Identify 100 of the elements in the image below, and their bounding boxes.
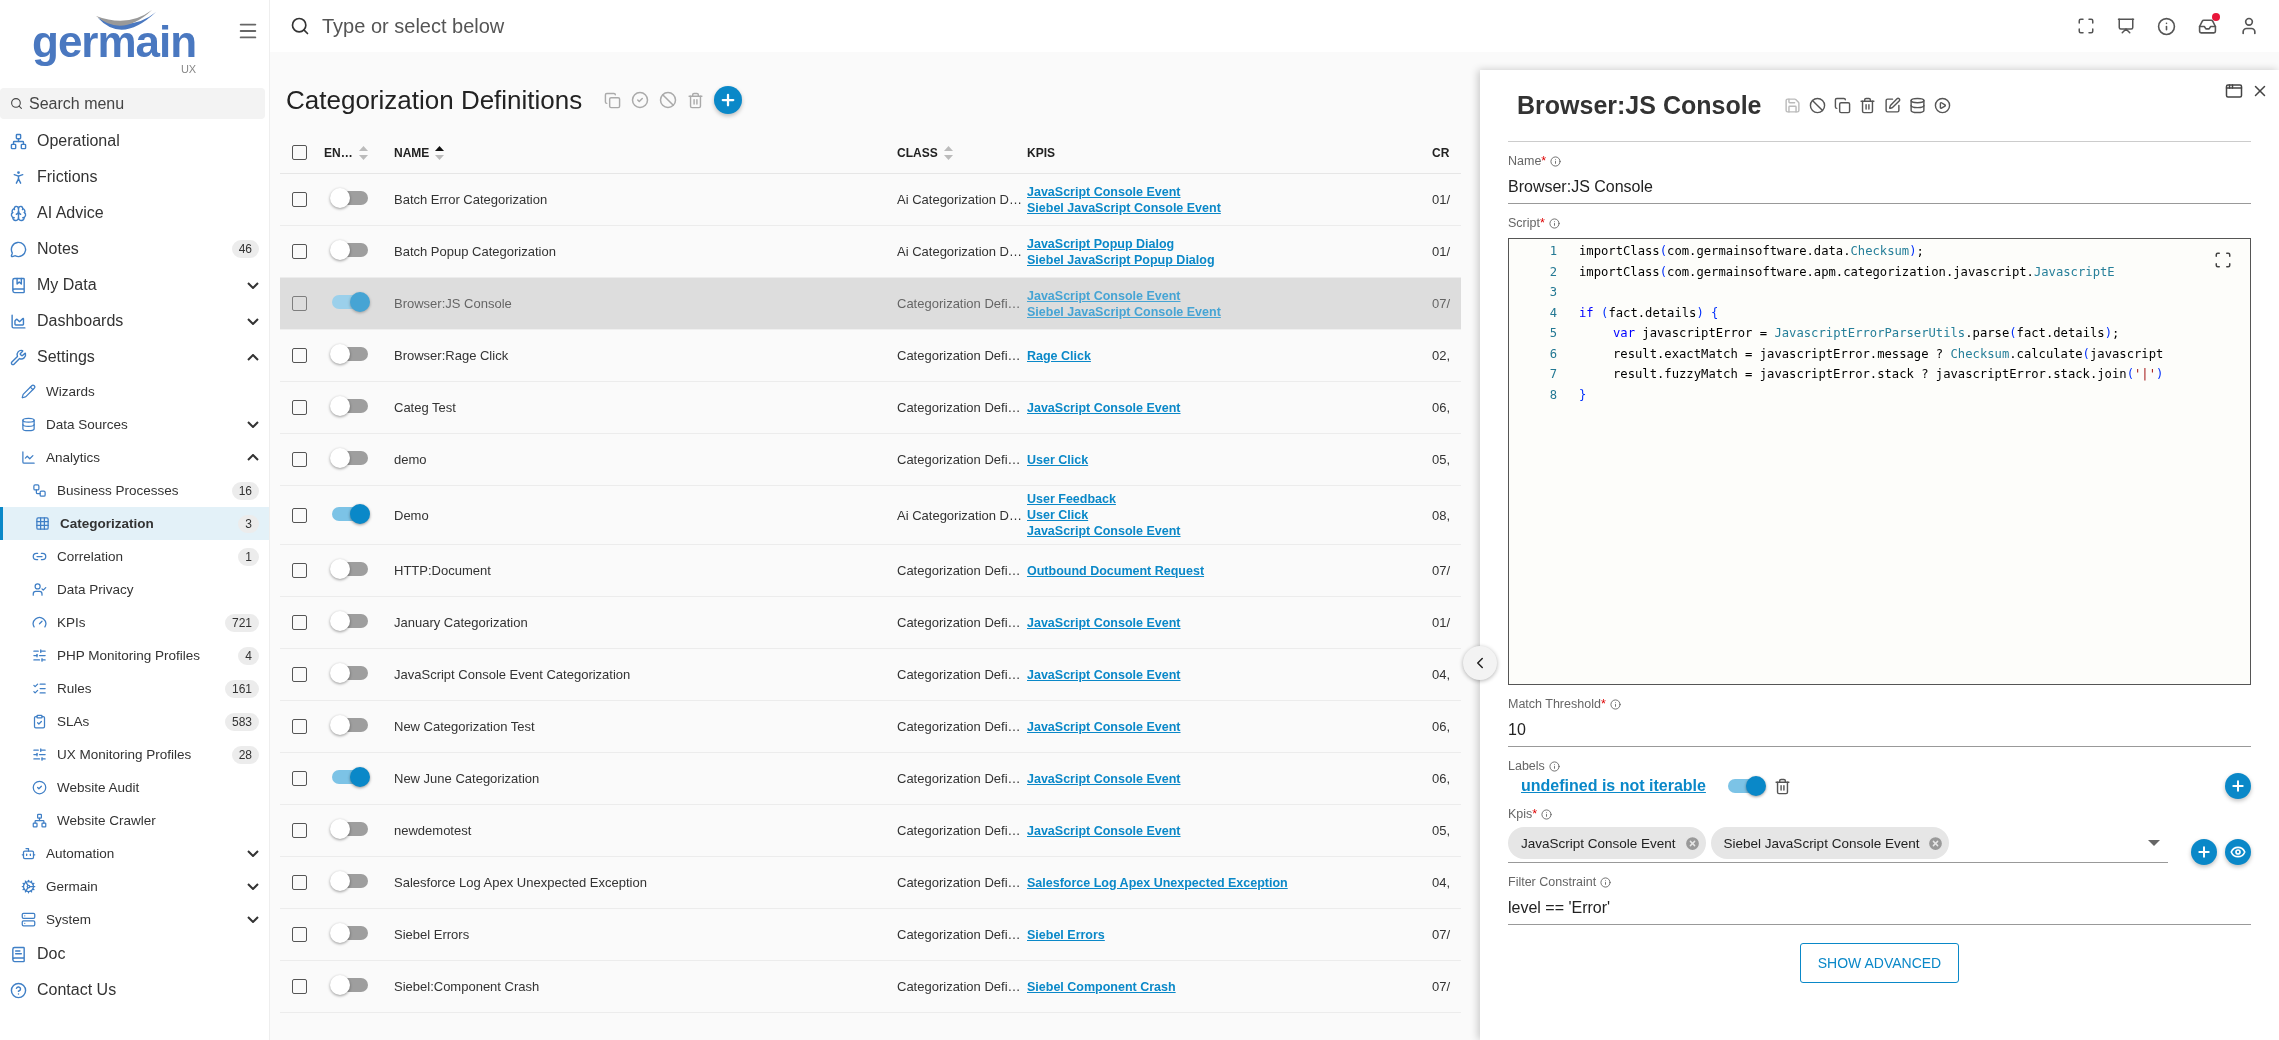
toggle-switch[interactable] — [332, 666, 368, 680]
select-field[interactable]: JavaScript Console Event Siebel JavaScript Console Event — [1508, 821, 2168, 863]
checkbox[interactable] — [292, 296, 307, 311]
database-icon[interactable] — [1908, 97, 1926, 114]
info-icon[interactable] — [1609, 698, 1621, 710]
menu-item[interactable]: AI Advice — [0, 195, 269, 231]
user-icon[interactable] — [2239, 16, 2259, 36]
remove-icon[interactable] — [1683, 834, 1701, 852]
menu-item[interactable]: Categorization 3 — [0, 507, 269, 540]
menu-item[interactable]: Doc — [0, 936, 269, 972]
column-header[interactable]: NAME — [394, 145, 430, 160]
inbox-icon[interactable] — [2198, 16, 2217, 36]
menu-item[interactable]: UX Monitoring Profiles 28 — [0, 738, 269, 771]
checkbox[interactable] — [292, 145, 307, 160]
menu-item[interactable]: Automation — [0, 837, 269, 870]
menu-item[interactable]: Settings — [0, 339, 269, 375]
checkbox[interactable] — [292, 244, 307, 259]
menu-item[interactable]: Wizards — [0, 375, 269, 408]
menu-item[interactable]: Operational — [0, 123, 269, 159]
fullscreen-icon[interactable] — [2214, 251, 2232, 269]
table-row[interactable]: Salesforce Log Apex Unexpected Exception Categorization Defi… Salesforce Log Apex Unexpected Exception 04, — [280, 857, 1461, 909]
checkbox[interactable] — [292, 507, 307, 523]
trash-icon[interactable] — [1858, 97, 1876, 114]
checkbox[interactable] — [292, 823, 307, 838]
menu-item[interactable]: Website Audit — [0, 771, 269, 804]
menu-item[interactable]: Contact Us — [0, 972, 269, 1008]
kpi-link[interactable]: JavaScript Console Event — [1027, 615, 1424, 630]
label-link[interactable]: undefined is not iterable — [1521, 777, 1706, 795]
show-advanced-button[interactable]: SHOW ADVANCED — [1799, 943, 1960, 983]
kpi-link[interactable]: User Click — [1027, 508, 1424, 522]
table-row[interactable]: New June Categorization Categorization Defi… JavaScript Console Event 06, — [280, 753, 1461, 805]
info-icon[interactable] — [1541, 808, 1553, 820]
kpi-link[interactable]: JavaScript Console Event — [1027, 400, 1424, 415]
info-icon[interactable] — [1548, 217, 1560, 229]
kpi-link[interactable]: JavaScript Console Event — [1027, 524, 1424, 538]
column-header[interactable]: KPIS — [1027, 145, 1055, 160]
checkbox[interactable] — [292, 875, 307, 890]
checkbox[interactable] — [292, 452, 307, 467]
toggle-switch[interactable] — [332, 978, 368, 992]
toggle-switch[interactable] — [332, 926, 368, 940]
checkbox[interactable] — [292, 771, 307, 786]
kpi-link[interactable]: JavaScript Popup Dialog — [1027, 236, 1424, 251]
table-row[interactable]: Demo Ai Categorization D… User Feedback User Click JavaScript Console Event 08, — [280, 486, 1461, 545]
info-icon[interactable] — [1548, 760, 1560, 772]
menu-item[interactable]: Analytics — [0, 441, 269, 474]
kpi-link[interactable]: JavaScript Console Event — [1027, 719, 1424, 734]
remove-icon[interactable] — [1927, 834, 1945, 852]
search-field[interactable]: Search menu — [0, 88, 265, 119]
kpi-link[interactable]: JavaScript Console Event — [1027, 184, 1424, 199]
menu-item[interactable]: Notes 46 — [0, 231, 269, 267]
add-button[interactable] — [2225, 773, 2251, 799]
column-header[interactable]: CR — [1432, 145, 1450, 160]
kpi-link[interactable]: JavaScript Console Event — [1027, 771, 1424, 786]
toggle-switch[interactable] — [332, 822, 368, 836]
menu-item[interactable]: Website Crawler — [0, 804, 269, 837]
table-row[interactable]: January Categorization Categorization Defi… JavaScript Console Event 01/ — [280, 597, 1461, 649]
kpi-link[interactable]: User Click — [1027, 452, 1424, 467]
info-icon[interactable] — [1600, 876, 1612, 888]
checkbox[interactable] — [292, 927, 307, 942]
checkbox[interactable] — [292, 719, 307, 734]
code-editor[interactable] — [1508, 238, 2251, 685]
checkbox[interactable] — [292, 979, 307, 994]
trash-icon[interactable] — [1773, 777, 1791, 795]
toggle-switch[interactable] — [332, 243, 368, 257]
checkbox[interactable] — [292, 667, 307, 682]
kpi-link[interactable]: JavaScript Console Event — [1027, 823, 1424, 838]
menu-item[interactable]: Correlation 1 — [0, 540, 269, 573]
menu-item[interactable]: SLAs 583 — [0, 705, 269, 738]
checkbox[interactable] — [292, 400, 307, 415]
edit-icon[interactable] — [1883, 97, 1901, 114]
kpi-link[interactable]: Siebel JavaScript Popup Dialog — [1027, 252, 1424, 267]
menu-item[interactable]: My Data — [0, 267, 269, 303]
menu-item[interactable]: System — [0, 903, 269, 936]
sort-icon[interactable] — [435, 145, 445, 160]
table-row[interactable]: Siebel Errors Categorization Defi… Siebel Errors 07/ — [280, 909, 1461, 961]
toggle-switch[interactable] — [332, 874, 368, 888]
input-field[interactable]: Browser:JS Console — [1508, 168, 2251, 204]
table-row[interactable]: Browser:Rage Click Categorization Defi… Rage Click 02, — [280, 330, 1461, 382]
toggle-switch[interactable] — [332, 562, 368, 576]
column-header[interactable]: CLASS — [897, 145, 938, 160]
table-row[interactable]: newdemotest Categorization Defi… JavaScript Console Event 05, — [280, 805, 1461, 857]
view-button[interactable] — [2225, 839, 2251, 865]
table-row[interactable]: Siebel:Component Crash Categorization Defi… Siebel Component Crash 07/ — [280, 961, 1461, 1013]
toggle-switch[interactable] — [332, 347, 368, 361]
table-row[interactable]: Batch Error Categorization Ai Categorization D… JavaScript Console Event Siebel JavaScript Console Event 01/ — [280, 174, 1461, 226]
menu-item[interactable]: Data Sources — [0, 408, 269, 441]
menu-item[interactable]: Business Processes 16 — [0, 474, 269, 507]
window-icon[interactable] — [2225, 82, 2243, 100]
menu-item[interactable]: Data Privacy — [0, 573, 269, 606]
kpi-link[interactable]: Rage Click — [1027, 348, 1424, 363]
menu-item[interactable]: PHP Monitoring Profiles 4 — [0, 639, 269, 672]
table-row[interactable]: New Categorization Test Categorization Defi… JavaScript Console Event 06, — [280, 701, 1461, 753]
add-button[interactable] — [714, 86, 743, 114]
toggle-switch[interactable] — [332, 718, 368, 732]
toggle-switch[interactable] — [332, 614, 368, 628]
kpi-link[interactable]: Salesforce Log Apex Unexpected Exception — [1027, 875, 1424, 890]
toggle-switch[interactable] — [332, 191, 368, 205]
input-field[interactable]: 10 — [1508, 711, 2251, 747]
checkbox[interactable] — [292, 348, 307, 363]
kpi-link[interactable]: Siebel Component Crash — [1027, 979, 1424, 994]
